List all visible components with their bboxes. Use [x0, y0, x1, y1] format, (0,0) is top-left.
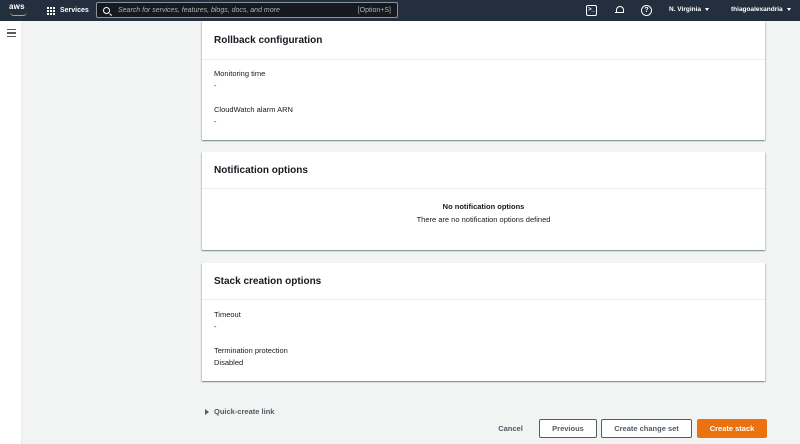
empty-state-description: There are no notification options define…	[416, 215, 551, 224]
monitoring-time-field: Monitoring time -	[214, 68, 265, 92]
termination-protection-value: Disabled	[214, 358, 244, 367]
alarm-arn-field: CloudWatch alarm ARN -	[214, 104, 293, 128]
side-navigation-rail	[0, 21, 22, 444]
search-icon	[103, 6, 110, 14]
timeout-label: Timeout	[214, 310, 241, 319]
search-input[interactable]: Search for services, features, blogs, do…	[96, 2, 398, 18]
empty-state-title: No notification options	[442, 202, 525, 211]
quick-create-link-expander[interactable]: Quick-create link	[205, 407, 274, 416]
aws-logo[interactable]: aws	[9, 3, 29, 18]
account-menu[interactable]: thiagoalexandria	[731, 6, 791, 13]
alarm-arn-value: -	[214, 117, 217, 126]
top-navigation: aws Services Search for services, featur…	[0, 0, 800, 21]
notification-options-panel: Notification options No notification opt…	[202, 152, 765, 250]
previous-button[interactable]: Previous	[539, 419, 597, 438]
account-name: thiagoalexandria	[731, 6, 783, 13]
termination-protection-label: Termination protection	[214, 346, 288, 355]
region-selector[interactable]: N. Virginia	[669, 6, 710, 13]
caret-down-icon	[786, 8, 791, 11]
menu-icon[interactable]	[7, 29, 16, 37]
notifications-bell-icon[interactable]	[614, 5, 625, 16]
caret-right-icon	[205, 408, 209, 415]
help-icon[interactable]: ?	[641, 5, 652, 16]
aws-smile-icon	[10, 12, 27, 16]
timeout-value: -	[214, 322, 217, 331]
monitoring-time-value: -	[214, 81, 217, 90]
notification-panel-title: Notification options	[202, 152, 765, 189]
monitoring-time-label: Monitoring time	[214, 69, 266, 78]
cloudshell-icon[interactable]: >_	[586, 5, 597, 16]
cancel-button[interactable]: Cancel	[489, 419, 532, 438]
termination-protection-field: Termination protection Disabled	[214, 345, 288, 369]
stack-creation-panel-title: Stack creation options	[202, 263, 765, 300]
aws-logo-text: aws	[9, 2, 25, 11]
alarm-arn-label: CloudWatch alarm ARN	[214, 105, 293, 114]
timeout-field: Timeout -	[214, 309, 241, 333]
stack-creation-options-panel: Stack creation options Timeout - Termina…	[202, 263, 765, 381]
rollback-panel-title: Rollback configuration	[202, 21, 765, 60]
quick-create-label: Quick-create link	[214, 407, 275, 416]
create-change-set-button[interactable]: Create change set	[601, 419, 692, 438]
grid-icon	[47, 6, 55, 15]
notification-empty-state: No notification options There are no not…	[202, 202, 765, 224]
caret-down-icon	[705, 8, 710, 11]
services-label: Services	[60, 7, 89, 14]
search-shortcut: [Option+S]	[357, 6, 391, 14]
services-menu-button[interactable]: Services	[47, 4, 89, 17]
rollback-configuration-panel: Rollback configuration Monitoring time -…	[202, 21, 765, 140]
create-stack-button[interactable]: Create stack	[697, 419, 767, 438]
region-label: N. Virginia	[669, 6, 702, 13]
search-placeholder: Search for services, features, blogs, do…	[118, 6, 280, 14]
